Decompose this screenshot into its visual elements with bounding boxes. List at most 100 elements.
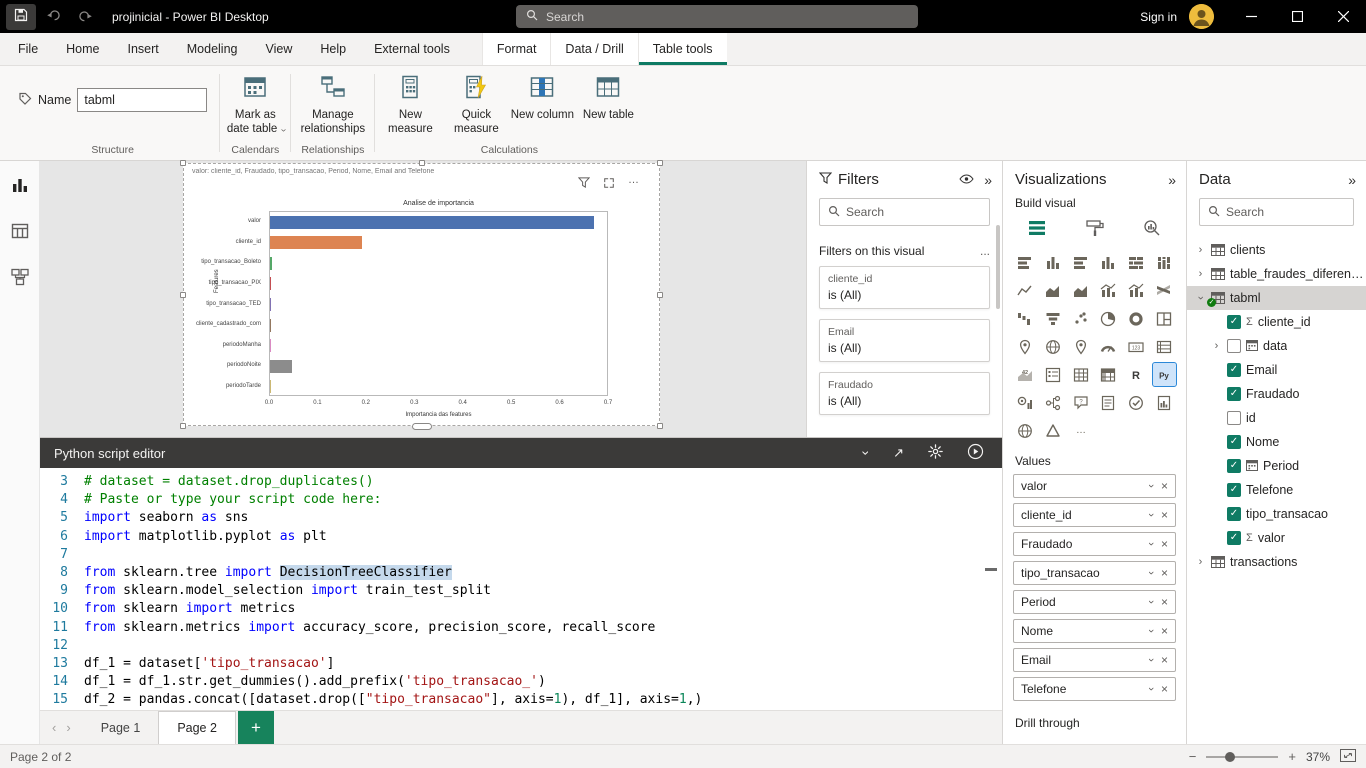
new-column-button[interactable]: New column: [509, 66, 575, 122]
kpi-icon[interactable]: 42: [1013, 363, 1036, 386]
filled-map-icon[interactable]: [1041, 335, 1064, 358]
qa-icon[interactable]: ?: [1069, 391, 1092, 414]
slicer-icon[interactable]: [1041, 363, 1064, 386]
page-nav-back-icon[interactable]: ‹: [52, 720, 56, 735]
remove-field-icon[interactable]: ×: [1161, 479, 1168, 493]
more-options-icon[interactable]: …: [1069, 419, 1092, 442]
line-chart-icon[interactable]: [1013, 279, 1036, 302]
data-view-button[interactable]: [8, 219, 32, 243]
collapse-pane-icon[interactable]: »: [1168, 172, 1176, 188]
line-and-stacked-column-chart-icon[interactable]: [1097, 279, 1120, 302]
stacked-column-chart-icon[interactable]: [1041, 251, 1064, 274]
resize-handle[interactable]: [180, 423, 186, 429]
report-view-button[interactable]: [8, 173, 32, 197]
open-external-editor-icon[interactable]: ↗: [893, 445, 904, 461]
field-row-email[interactable]: ✓ Email: [1187, 358, 1366, 382]
code-line[interactable]: 9 from sklearn.model_selection import tra…: [40, 582, 1002, 600]
code-editor[interactable]: 3 # dataset = dataset.drop_duplicates() 4 #…: [40, 468, 1002, 710]
chevron-icon[interactable]: ›: [1195, 268, 1206, 280]
gauge-icon[interactable]: [1097, 335, 1120, 358]
tab-table-tools[interactable]: Table tools: [637, 33, 727, 65]
python-visual-icon[interactable]: Py: [1151, 362, 1177, 387]
resize-handle[interactable]: [657, 423, 663, 429]
code-line[interactable]: 6 import matplotlib.pyplot as plt: [40, 528, 1002, 546]
build-visual-tab[interactable]: [1027, 218, 1047, 241]
chevron-down-icon[interactable]: ›: [1145, 571, 1157, 575]
chevron-down-icon[interactable]: ›: [1145, 484, 1157, 488]
table-icon[interactable]: [1069, 363, 1092, 386]
save-button[interactable]: [6, 3, 36, 30]
tab-view[interactable]: View: [252, 33, 307, 65]
tab-insert[interactable]: Insert: [114, 33, 173, 65]
table-name-input[interactable]: [77, 88, 208, 112]
code-line[interactable]: 14 df_1 = df_1.str.get_dummies().add_pref…: [40, 673, 1002, 691]
code-line[interactable]: 12: [40, 637, 1002, 655]
donut-chart-icon[interactable]: [1125, 307, 1148, 330]
field-checkbox[interactable]: [1227, 411, 1241, 425]
quick-measure-button[interactable]: Quick measure: [443, 66, 509, 137]
model-view-button[interactable]: [8, 265, 32, 289]
chevron-icon[interactable]: ›: [1211, 340, 1222, 352]
smart-narrative-icon[interactable]: [1097, 391, 1120, 414]
line-and-clustered-column-chart-icon[interactable]: [1125, 279, 1148, 302]
100-stacked-column-chart-icon[interactable]: [1153, 251, 1176, 274]
table-row-tabml[interactable]: › ✓ tabml: [1187, 286, 1366, 310]
field-checkbox[interactable]: ✓: [1227, 387, 1241, 401]
data-search-input[interactable]: [1226, 205, 1345, 219]
stacked-bar-chart-icon[interactable]: [1013, 251, 1036, 274]
filter-card-cliente-id[interactable]: cliente_id is (All): [819, 266, 990, 309]
value-field-chip-tipo-transacao[interactable]: tipo_transacao › ×: [1013, 561, 1176, 585]
page-tab-page-1[interactable]: Page 1: [83, 711, 159, 744]
tab-file[interactable]: File: [4, 33, 52, 65]
remove-field-icon[interactable]: ×: [1161, 682, 1168, 696]
code-line[interactable]: 4 # Paste or type your script code here:: [40, 491, 1002, 509]
map-icon[interactable]: [1013, 335, 1036, 358]
value-field-chip-period[interactable]: Period › ×: [1013, 590, 1176, 614]
field-checkbox[interactable]: ✓: [1227, 315, 1241, 329]
code-line[interactable]: 10 from sklearn import metrics: [40, 600, 1002, 618]
value-field-chip-valor[interactable]: valor › ×: [1013, 474, 1176, 498]
zoom-in-button[interactable]: +: [1288, 749, 1296, 764]
multi-row-card-icon[interactable]: [1153, 335, 1176, 358]
report-canvas[interactable]: valor: cliente_id, Fraudado, tipo_transa…: [40, 160, 806, 437]
field-checkbox[interactable]: ✓: [1227, 459, 1241, 473]
chevron-down-icon[interactable]: ›: [1145, 629, 1157, 633]
area-chart-icon[interactable]: [1041, 279, 1064, 302]
account-avatar[interactable]: [1189, 4, 1214, 29]
tab-modeling[interactable]: Modeling: [173, 33, 252, 65]
resize-handle[interactable]: [180, 160, 186, 166]
100-stacked-bar-chart-icon[interactable]: [1125, 251, 1148, 274]
value-field-chip-cliente-id[interactable]: cliente_id › ×: [1013, 503, 1176, 527]
code-line[interactable]: 13 df_1 = dataset['tipo_transacao']: [40, 655, 1002, 673]
field-checkbox[interactable]: ✓: [1227, 435, 1241, 449]
script-options-icon[interactable]: [928, 444, 943, 462]
field-checkbox[interactable]: ✓: [1227, 507, 1241, 521]
card-icon[interactable]: 123: [1125, 335, 1148, 358]
matrix-icon[interactable]: [1097, 363, 1120, 386]
close-button[interactable]: [1320, 0, 1366, 33]
field-checkbox[interactable]: ✓: [1227, 531, 1241, 545]
undo-button[interactable]: [38, 4, 68, 30]
field-checkbox[interactable]: [1227, 339, 1241, 353]
table-row-table-fraudes-diferenca[interactable]: › table_fraudes_diferenca...: [1187, 262, 1366, 286]
treemap-icon[interactable]: [1153, 307, 1176, 330]
filter-card-fraudado[interactable]: Fraudado is (All): [819, 372, 990, 415]
code-line[interactable]: 3 # dataset = dataset.drop_duplicates(): [40, 473, 1002, 491]
resize-handle[interactable]: [418, 160, 425, 166]
filters-search[interactable]: [819, 198, 990, 226]
page-tab-page-2[interactable]: Page 2: [158, 711, 236, 744]
r-script-visual-icon[interactable]: R: [1125, 363, 1148, 386]
value-field-chip-nome[interactable]: Nome › ×: [1013, 619, 1176, 643]
field-row-valor[interactable]: ✓ Σvalor: [1187, 526, 1366, 550]
filter-card-email[interactable]: Email is (All): [819, 319, 990, 362]
table-row-clients[interactable]: › clients: [1187, 238, 1366, 262]
resize-handle[interactable]: [657, 160, 663, 166]
clustered-bar-chart-icon[interactable]: [1069, 251, 1092, 274]
chevron-icon[interactable]: ›: [1195, 556, 1206, 568]
run-script-icon[interactable]: [967, 443, 984, 463]
zoom-out-button[interactable]: −: [1189, 749, 1197, 764]
remove-field-icon[interactable]: ×: [1161, 566, 1168, 580]
field-row-id[interactable]: id: [1187, 406, 1366, 430]
code-line[interactable]: 7: [40, 546, 1002, 564]
chevron-icon[interactable]: ›: [1195, 244, 1206, 256]
